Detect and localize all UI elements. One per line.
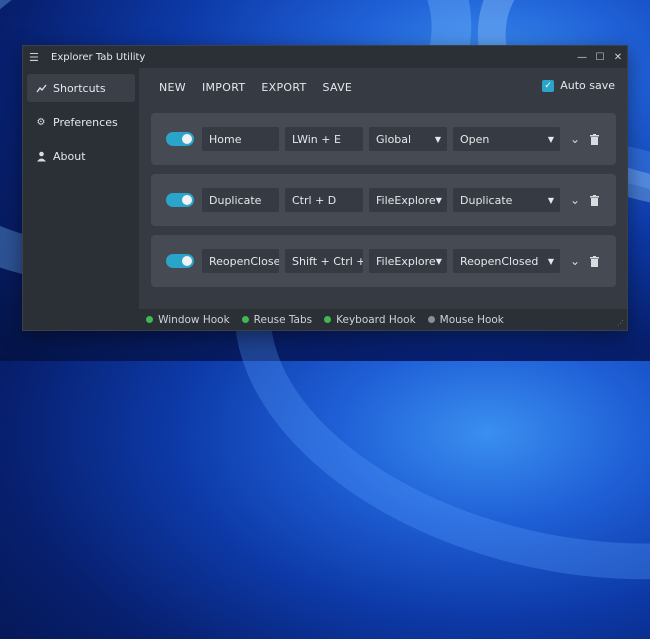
- status-dot: [427, 316, 435, 323]
- caret-down-icon: ▼: [547, 134, 554, 144]
- enable-toggle[interactable]: [166, 193, 194, 207]
- action-dropdown[interactable]: ReopenClosed ▼: [453, 249, 560, 273]
- trash-icon[interactable]: [589, 133, 599, 145]
- sidebar: Shortcuts ⚙ Preferences About: [23, 68, 139, 330]
- autosave-label: Auto save: [560, 79, 615, 92]
- export-button[interactable]: EXPORT: [261, 81, 306, 94]
- sidebar-item-label: About: [53, 149, 86, 163]
- chevron-down-icon[interactable]: ⌄: [569, 254, 581, 268]
- scope-dropdown[interactable]: FileExplore ▼: [369, 188, 447, 212]
- hamburger-menu-icon[interactable]: ☰: [29, 51, 45, 64]
- minimize-icon[interactable]: —: [573, 52, 591, 63]
- sidebar-item-preferences[interactable]: ⚙ Preferences: [27, 108, 135, 136]
- hotkey-input[interactable]: Ctrl + D: [285, 188, 363, 212]
- sidebar-item-shortcuts[interactable]: Shortcuts: [27, 74, 135, 102]
- scope-value: Global: [376, 132, 412, 146]
- sidebar-item-label: Preferences: [53, 115, 118, 129]
- gear-icon: ⚙: [36, 116, 46, 128]
- status-keyboard-hook: Keyboard Hook: [324, 314, 416, 326]
- sidebar-item-label: Shortcuts: [53, 81, 106, 95]
- trash-icon[interactable]: [589, 194, 599, 206]
- caret-down-icon: ▼: [435, 195, 442, 205]
- resize-grip-icon[interactable]: ⋰: [617, 320, 624, 327]
- sidebar-item-about[interactable]: About: [27, 142, 135, 170]
- status-reuse-tabs: Reuse Tabs: [241, 313, 313, 326]
- chevron-down-icon[interactable]: ⌄: [569, 132, 581, 146]
- chevron-down-icon[interactable]: ⌄: [569, 193, 581, 207]
- scope-dropdown[interactable]: FileExplore ▼: [369, 249, 447, 273]
- status-label: Window Hook: [158, 313, 230, 326]
- title-bar: ☰ Explorer Tab Utility — ☐ ✕: [23, 46, 627, 68]
- status-mouse-hook: Mouse Hook: [427, 313, 504, 326]
- shortcut-row: Home LWin + E Global ▼ Open ▼ ⌄: [151, 113, 616, 165]
- shortcut-name-input[interactable]: Home: [202, 127, 279, 151]
- trash-icon[interactable]: [589, 255, 599, 267]
- main-panel: NEW IMPORT EXPORT SAVE ✓ Auto save Home …: [139, 68, 627, 330]
- status-dot: [324, 316, 332, 323]
- caret-down-icon: ▼: [435, 256, 442, 266]
- autosave-toggle[interactable]: ✓ Auto save: [542, 79, 615, 92]
- status-label: Keyboard Hook: [336, 313, 416, 326]
- scope-value: FileExplore: [376, 254, 436, 268]
- action-value: ReopenClosed: [460, 254, 539, 268]
- shortcut-name-input[interactable]: ReopenClose: [202, 249, 279, 273]
- hotkey-input[interactable]: Shift + Ctrl +: [285, 249, 363, 273]
- shortcuts-icon: [35, 82, 47, 94]
- action-dropdown[interactable]: Open ▼: [453, 127, 560, 151]
- close-icon[interactable]: ✕: [609, 52, 627, 63]
- status-label: Mouse Hook: [439, 313, 504, 326]
- import-button[interactable]: IMPORT: [202, 81, 245, 94]
- maximize-icon[interactable]: ☐: [591, 52, 609, 63]
- caret-down-icon: ▼: [547, 256, 554, 266]
- new-button[interactable]: NEW: [159, 81, 186, 94]
- scope-value: FileExplore: [376, 193, 436, 207]
- action-dropdown[interactable]: Duplicate ▼: [453, 188, 560, 212]
- status-label: Reuse Tabs: [253, 313, 313, 326]
- save-button[interactable]: SAVE: [323, 81, 353, 94]
- status-window-hook: Window Hook: [146, 314, 230, 326]
- scope-dropdown[interactable]: Global ▼: [369, 127, 447, 151]
- app-window: ☰ Explorer Tab Utility — ☐ ✕ Shortcuts ⚙…: [22, 45, 628, 331]
- status-dot: [146, 316, 154, 323]
- status-bar: Window Hook Reuse Tabs Keyboard Hook Mou…: [22, 309, 628, 331]
- shortcut-row: Duplicate Ctrl + D FileExplore ▼ Duplicat…: [151, 174, 616, 226]
- window-title: Explorer Tab Utility: [51, 51, 146, 63]
- enable-toggle[interactable]: [166, 132, 194, 146]
- person-icon: [35, 150, 47, 162]
- caret-down-icon: ▼: [434, 134, 441, 144]
- caret-down-icon: ▼: [547, 195, 554, 205]
- action-value: Duplicate: [460, 193, 513, 207]
- shortcut-name-input[interactable]: Duplicate: [202, 188, 279, 212]
- shortcut-row: ReopenClose Shift + Ctrl + FileExplore ▼ …: [151, 235, 616, 287]
- autosave-checkbox[interactable]: ✓: [542, 79, 555, 92]
- status-dot: [241, 316, 249, 323]
- action-value: Open: [460, 132, 490, 146]
- enable-toggle[interactable]: [166, 254, 194, 268]
- hotkey-input[interactable]: LWin + E: [285, 127, 363, 151]
